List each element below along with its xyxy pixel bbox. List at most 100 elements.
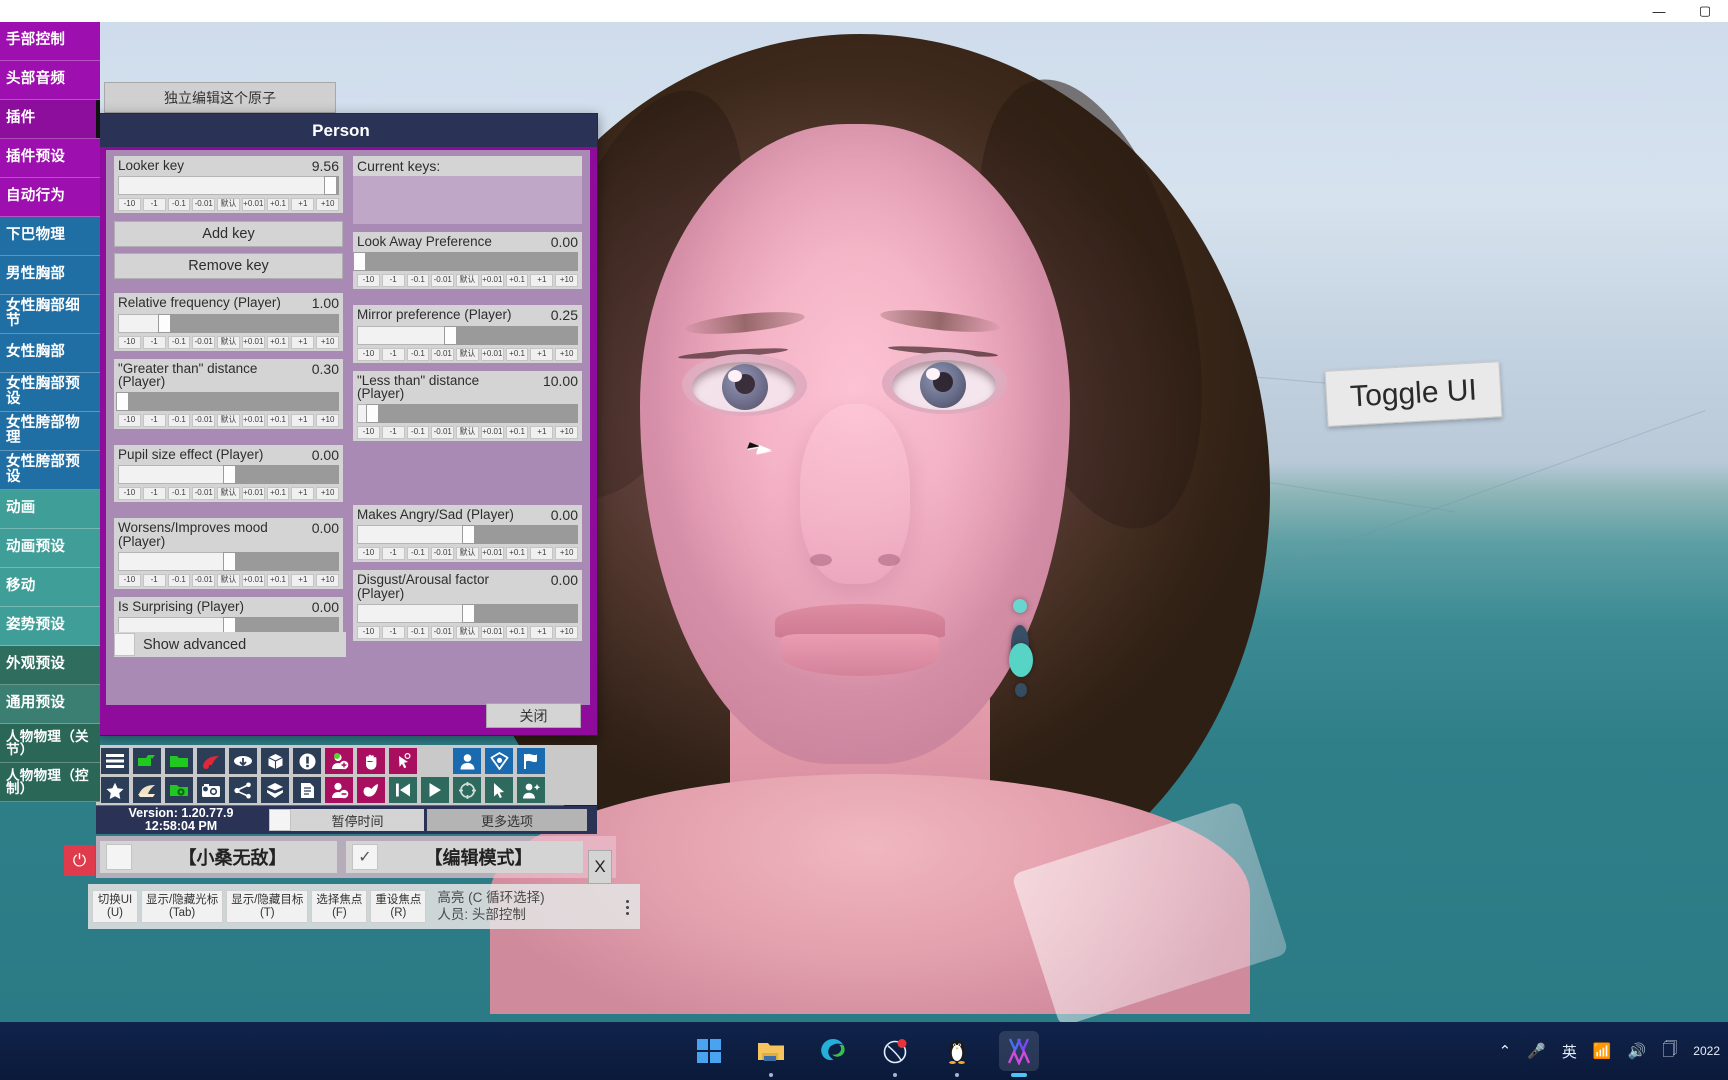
windows-start-icon[interactable] bbox=[689, 1031, 729, 1071]
step-button-5[interactable]: +0.01 bbox=[480, 274, 504, 288]
slider-control[interactable]: Look Away Preference 0.00 -10 -1 -0.1 -0.01 默认… bbox=[353, 232, 582, 290]
step-button-6[interactable]: +0.1 bbox=[266, 573, 290, 587]
step-button-4[interactable]: 默认 bbox=[217, 487, 240, 501]
step-button-2[interactable]: -0.1 bbox=[406, 347, 430, 361]
step-button-5[interactable]: +0.01 bbox=[241, 198, 265, 212]
target-reticle-icon[interactable] bbox=[453, 777, 481, 803]
remove-person-icon[interactable] bbox=[325, 777, 353, 803]
slider-track[interactable] bbox=[357, 404, 578, 424]
taskbar-clock[interactable]: 2022 bbox=[1693, 1044, 1720, 1058]
current-keys-list[interactable] bbox=[353, 176, 582, 224]
step-button-6[interactable]: +0.1 bbox=[505, 547, 529, 561]
step-button-0[interactable]: -10 bbox=[118, 414, 141, 428]
people-group-icon[interactable] bbox=[517, 777, 545, 803]
step-button-4[interactable]: 默认 bbox=[217, 573, 240, 587]
step-button-2[interactable]: -0.1 bbox=[406, 547, 430, 561]
slider-control[interactable]: Worsens/Improves mood (Player) 0.00 -10 -1-… bbox=[114, 518, 343, 589]
step-button-8[interactable]: +10 bbox=[316, 487, 340, 501]
step-button-8[interactable]: +10 bbox=[555, 347, 579, 361]
hint-overflow-button[interactable] bbox=[620, 888, 634, 926]
step-button-6[interactable]: +0.1 bbox=[505, 274, 529, 288]
minimize-button[interactable]: — bbox=[1636, 0, 1682, 22]
step-button-8[interactable]: +10 bbox=[316, 335, 340, 349]
slider-control[interactable]: "Less than" distance (Player) 10.00 -10 -1-… bbox=[353, 370, 582, 442]
step-button-1[interactable]: -1 bbox=[381, 274, 405, 288]
hint-button-4[interactable]: 重设焦点 (R) bbox=[370, 889, 427, 924]
step-button-5[interactable]: +0.01 bbox=[480, 347, 504, 361]
play-icon[interactable] bbox=[421, 777, 449, 803]
slider-control[interactable]: Makes Angry/Sad (Player) 0.00 -10 -1 -0.1 -0.… bbox=[353, 505, 582, 563]
battery-icon[interactable]: 🗍 bbox=[1662, 1039, 1677, 1064]
star-icon[interactable] bbox=[101, 777, 129, 803]
slider-knob[interactable] bbox=[222, 465, 236, 485]
cloud-download-icon[interactable] bbox=[229, 748, 257, 774]
slider-knob[interactable] bbox=[366, 404, 380, 424]
hand-grab-icon[interactable] bbox=[357, 748, 385, 774]
maximize-button[interactable]: ▢ bbox=[1682, 0, 1728, 22]
step-button-3[interactable]: -0.01 bbox=[192, 198, 216, 212]
slider-track[interactable] bbox=[357, 603, 578, 623]
penguin-app-icon[interactable] bbox=[937, 1031, 977, 1077]
sidebar-item-12[interactable]: 动画 bbox=[0, 490, 100, 529]
step-button-1[interactable]: -1 bbox=[381, 547, 405, 561]
mode-edit-button[interactable]: ✓ 【编辑模式】 bbox=[346, 841, 583, 873]
step-button-3[interactable]: -0.01 bbox=[431, 547, 455, 561]
step-button-6[interactable]: +0.1 bbox=[266, 198, 290, 212]
step-button-0[interactable]: -10 bbox=[357, 347, 380, 361]
step-button-0[interactable]: -10 bbox=[357, 426, 380, 440]
sidebar-item-17[interactable]: 通用预设 bbox=[0, 685, 100, 724]
sidebar-item-14[interactable]: 移动 bbox=[0, 568, 100, 607]
step-button-0[interactable]: -10 bbox=[357, 547, 380, 561]
step-button-6[interactable]: +0.1 bbox=[505, 347, 529, 361]
step-button-5[interactable]: +0.01 bbox=[241, 414, 265, 428]
slider-knob[interactable] bbox=[461, 603, 475, 623]
sidebar-item-16[interactable]: 外观预设 bbox=[0, 646, 100, 685]
step-button-7[interactable]: +1 bbox=[291, 487, 315, 501]
sidebar-item-15[interactable]: 姿势预设 bbox=[0, 607, 100, 646]
step-button-3[interactable]: -0.01 bbox=[431, 347, 455, 361]
step-button-3[interactable]: -0.01 bbox=[431, 274, 455, 288]
open-scene-icon[interactable] bbox=[133, 748, 161, 774]
step-button-1[interactable]: -1 bbox=[142, 487, 166, 501]
step-button-7[interactable]: +1 bbox=[530, 347, 554, 361]
step-button-4[interactable]: 默认 bbox=[217, 335, 240, 349]
step-button-8[interactable]: +10 bbox=[316, 198, 340, 212]
slider-track[interactable] bbox=[118, 465, 339, 485]
load-look-icon[interactable] bbox=[133, 777, 161, 803]
slider-track[interactable] bbox=[353, 252, 578, 272]
slider-track[interactable] bbox=[118, 551, 339, 571]
step-button-2[interactable]: -0.1 bbox=[167, 573, 191, 587]
slider-knob[interactable] bbox=[222, 551, 236, 571]
edit-atom-button[interactable]: 独立编辑这个原子 bbox=[104, 82, 336, 113]
mode-invincible-button[interactable]: 【小桑无敌】 bbox=[100, 841, 337, 873]
slider-knob[interactable] bbox=[324, 176, 338, 196]
step-button-6[interactable]: +0.1 bbox=[505, 625, 529, 639]
step-button-2[interactable]: -0.1 bbox=[167, 335, 191, 349]
step-button-0[interactable]: -10 bbox=[118, 573, 141, 587]
add-person-icon[interactable] bbox=[325, 748, 353, 774]
step-button-6[interactable]: +0.1 bbox=[266, 414, 290, 428]
close-x-button[interactable]: X bbox=[588, 850, 612, 884]
volume-icon[interactable]: 🔊 bbox=[1628, 1042, 1647, 1060]
mode-edit-checkbox[interactable]: ✓ bbox=[352, 844, 378, 870]
sidebar-item-9[interactable]: 女性胸部预设 bbox=[0, 373, 100, 412]
step-button-4[interactable]: 默认 bbox=[217, 414, 240, 428]
skip-previous-icon[interactable] bbox=[389, 777, 417, 803]
sidebar-item-4[interactable]: 自动行为 bbox=[0, 178, 100, 217]
sidebar-item-19[interactable]: 人物物理（控制） bbox=[0, 763, 100, 802]
step-button-1[interactable]: -1 bbox=[381, 347, 405, 361]
step-button-2[interactable]: -0.1 bbox=[167, 487, 191, 501]
microphone-icon[interactable]: 🎤 bbox=[1527, 1042, 1546, 1060]
step-button-7[interactable]: +1 bbox=[291, 414, 315, 428]
edge-browser-icon[interactable] bbox=[813, 1031, 853, 1071]
step-button-1[interactable]: -1 bbox=[142, 573, 166, 587]
sidebar-item-18[interactable]: 人物物理（关节） bbox=[0, 724, 100, 763]
hint-button-1[interactable]: 显示/隐藏光标 (Tab) bbox=[141, 889, 224, 924]
step-button-2[interactable]: -0.1 bbox=[167, 198, 191, 212]
step-button-2[interactable]: -0.1 bbox=[406, 426, 430, 440]
step-button-7[interactable]: +1 bbox=[530, 274, 554, 288]
step-button-3[interactable]: -0.01 bbox=[431, 426, 455, 440]
hint-button-0[interactable]: 切换UI (U) bbox=[92, 889, 138, 924]
slider-control[interactable]: Pupil size effect (Player) 0.00 -10 -1 -0.1-… bbox=[114, 445, 343, 503]
slider-control[interactable]: "Greater than" distance (Player) 0.30 -10-… bbox=[114, 358, 343, 430]
